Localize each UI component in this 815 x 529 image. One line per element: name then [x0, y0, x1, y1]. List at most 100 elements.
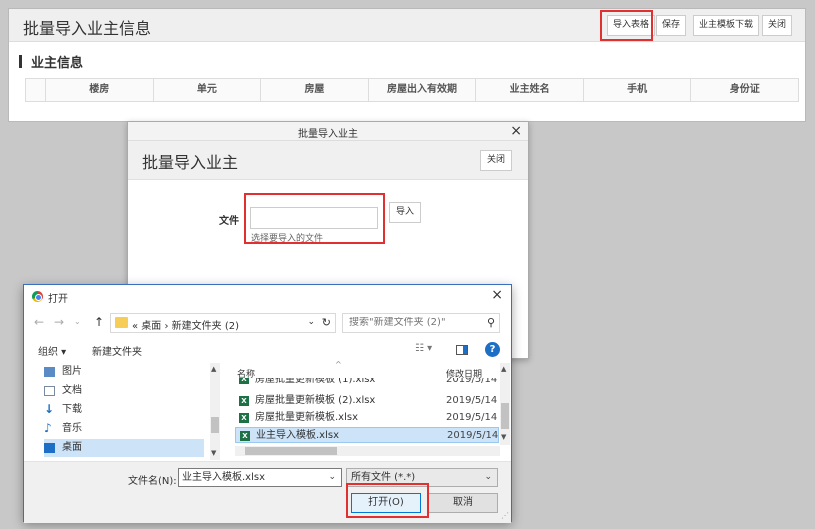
file-date: 2019/5/14 — [446, 395, 498, 406]
column-header-phone[interactable]: 手机 — [584, 79, 692, 101]
nav-item-label: 文档 — [62, 385, 82, 396]
refresh-icon[interactable]: ↻ — [322, 316, 331, 329]
scroll-up-icon[interactable]: ▲ — [211, 365, 216, 373]
file-date: 2019/5/14 — [447, 430, 499, 441]
up-arrow-icon[interactable]: ↑ — [94, 315, 104, 329]
open-button-highlight — [346, 483, 429, 518]
excel-file-icon: X — [239, 413, 249, 423]
column-header-id-card[interactable]: 身份证 — [691, 79, 798, 101]
file-date: 2019/5/14 — [446, 378, 498, 385]
close-icon[interactable]: × — [510, 122, 522, 140]
recent-locations-icon[interactable]: ⌄ — [74, 317, 81, 326]
nav-item-music[interactable]: ♪ 音乐 — [44, 420, 204, 438]
list-item-selected[interactable]: X 业主导入模板.xlsx 2019/5/14 — [235, 427, 499, 443]
file-name: 业主导入模板.xlsx — [256, 430, 340, 441]
view-options-icon[interactable]: ☷ ▾ — [415, 343, 432, 354]
scrollbar-thumb[interactable] — [211, 417, 219, 433]
back-arrow-icon[interactable]: ← — [34, 315, 44, 329]
section-title-bar — [19, 55, 22, 68]
scroll-up-icon[interactable]: ▲ — [501, 365, 506, 373]
nav-item-desktop[interactable]: 桌面 — [44, 439, 204, 457]
open-dialog-toolbar: 组织 ▾ 新建文件夹 ☷ ▾ ? — [24, 339, 511, 361]
search-box[interactable]: ⚲ — [342, 313, 500, 333]
desktop-icon — [44, 443, 55, 453]
filetype-value: 所有文件 (*.*) — [351, 472, 416, 483]
file-input-highlight — [244, 193, 385, 244]
open-dialog-titlebar: 打开 × — [24, 285, 511, 309]
save-button[interactable]: 保存 — [656, 15, 687, 36]
resize-grip-icon[interactable]: ⋰ — [501, 511, 509, 520]
file-name: 房屋批量更新模板.xlsx — [255, 412, 359, 423]
organize-menu[interactable]: 组织 ▾ — [38, 343, 66, 358]
nav-item-pictures[interactable]: 图片 — [44, 363, 204, 381]
file-list-pane: ^ 名称 修改日期 X 房屋批量更新模板 (1).xlsx 2019/5/14 … — [235, 360, 510, 460]
list-item[interactable]: X 房屋批量更新模板.xlsx 2019/5/14 — [235, 410, 499, 426]
close-button[interactable]: 关闭 — [762, 15, 793, 36]
chevron-down-icon[interactable]: ⌄ — [484, 469, 492, 486]
scroll-down-icon[interactable]: ▼ — [501, 433, 506, 441]
address-bar[interactable]: « 桌面 › 新建文件夹 (2) ⌄ ↻ — [110, 313, 336, 333]
table-checkbox-column — [26, 79, 46, 101]
sort-indicator-icon: ^ — [335, 360, 342, 369]
list-item[interactable]: X 房屋批量更新模板 (2).xlsx 2019/5/14 — [235, 393, 499, 409]
chevron-down-icon[interactable]: ⌄ — [328, 469, 336, 486]
scrollbar-thumb[interactable] — [501, 403, 509, 429]
download-template-button[interactable]: 业主模板下载 — [693, 15, 760, 36]
open-dialog-title: 打开 — [48, 294, 68, 305]
search-input[interactable] — [349, 317, 477, 328]
file-list-vertical-scrollbar[interactable]: ▲ ▼ — [500, 363, 510, 445]
music-icon: ♪ — [44, 421, 52, 435]
open-file-dialog: 打开 × ← → ⌄ ↑ « 桌面 › 新建文件夹 (2) ⌄ ↻ ⚲ 组织 ▾… — [23, 284, 512, 523]
nav-item-downloads[interactable]: ↓ 下载 — [44, 401, 204, 419]
preview-pane-icon[interactable] — [456, 345, 468, 355]
scrollbar-thumb[interactable] — [245, 447, 337, 455]
navigation-bar: ← → ⌄ ↑ « 桌面 › 新建文件夹 (2) ⌄ ↻ ⚲ — [24, 311, 511, 335]
chevron-down-icon[interactable]: ⌄ — [307, 317, 315, 327]
close-icon[interactable]: × — [491, 287, 503, 303]
nav-item-label: 下载 — [62, 404, 82, 415]
forward-arrow-icon[interactable]: → — [54, 315, 64, 329]
excel-file-icon: X — [239, 396, 249, 406]
file-list-horizontal-scrollbar[interactable] — [235, 446, 500, 456]
file-date: 2019/5/14 — [446, 412, 498, 423]
nav-pane-scrollbar[interactable]: ▲ ▼ — [210, 363, 220, 460]
import-button[interactable]: 导入 — [389, 202, 421, 223]
filename-input[interactable]: 业主导入模板.xlsx ⌄ — [178, 468, 342, 487]
dialog-close-button[interactable]: 关闭 — [480, 150, 513, 171]
folder-icon — [115, 317, 128, 328]
main-header: 批量导入业主信息 导入表格 保存 业主模板下载 关闭 — [9, 9, 805, 42]
dialog-heading: 批量导入业主 — [142, 153, 239, 172]
new-folder-button[interactable]: 新建文件夹 — [92, 343, 142, 358]
import-button-highlight — [600, 10, 653, 41]
file-label: 文件 — [219, 216, 239, 227]
nav-item-label: 桌面 — [62, 442, 82, 453]
list-item[interactable]: X 房屋批量更新模板 (1).xlsx 2019/5/14 — [235, 378, 499, 388]
address-path[interactable]: « 桌面 › 新建文件夹 (2) — [132, 317, 239, 332]
file-name: 房屋批量更新模板 (2).xlsx — [255, 395, 376, 406]
documents-icon — [44, 386, 55, 396]
column-header-owner-name[interactable]: 业主姓名 — [476, 79, 584, 101]
column-header-validity[interactable]: 房屋出入有效期 — [369, 79, 477, 101]
nav-item-label: 音乐 — [62, 423, 82, 434]
cancel-button[interactable]: 取消 — [428, 493, 498, 513]
main-panel: 批量导入业主信息 导入表格 保存 业主模板下载 关闭 业主信息 楼房 单元 房屋… — [8, 8, 806, 122]
scroll-down-icon[interactable]: ▼ — [211, 449, 216, 457]
pictures-icon — [44, 367, 55, 377]
chrome-icon — [32, 291, 43, 302]
help-icon[interactable]: ? — [485, 342, 500, 357]
nav-item-documents[interactable]: 文档 — [44, 382, 204, 400]
column-header-house[interactable]: 房屋 — [261, 79, 369, 101]
dialog-header: 批量导入业主 关闭 — [128, 141, 528, 180]
search-icon[interactable]: ⚲ — [487, 316, 495, 329]
column-header-building[interactable]: 楼房 — [46, 79, 154, 101]
dialog-title: 批量导入业主 — [298, 129, 358, 140]
download-icon: ↓ — [44, 402, 55, 416]
excel-file-icon: X — [239, 378, 249, 384]
section-title: 业主信息 — [31, 56, 84, 71]
page-title: 批量导入业主信息 — [23, 19, 152, 38]
navigation-pane: 图片 文档 ↓ 下载 ♪ 音乐 桌面 ▲ ▼ — [34, 363, 220, 460]
column-header-unit[interactable]: 单元 — [154, 79, 262, 101]
filename-label: 文件名(N): — [128, 476, 177, 487]
dialog-titlebar: 批量导入业主 × — [128, 122, 528, 141]
nav-item-label: 图片 — [62, 366, 82, 377]
